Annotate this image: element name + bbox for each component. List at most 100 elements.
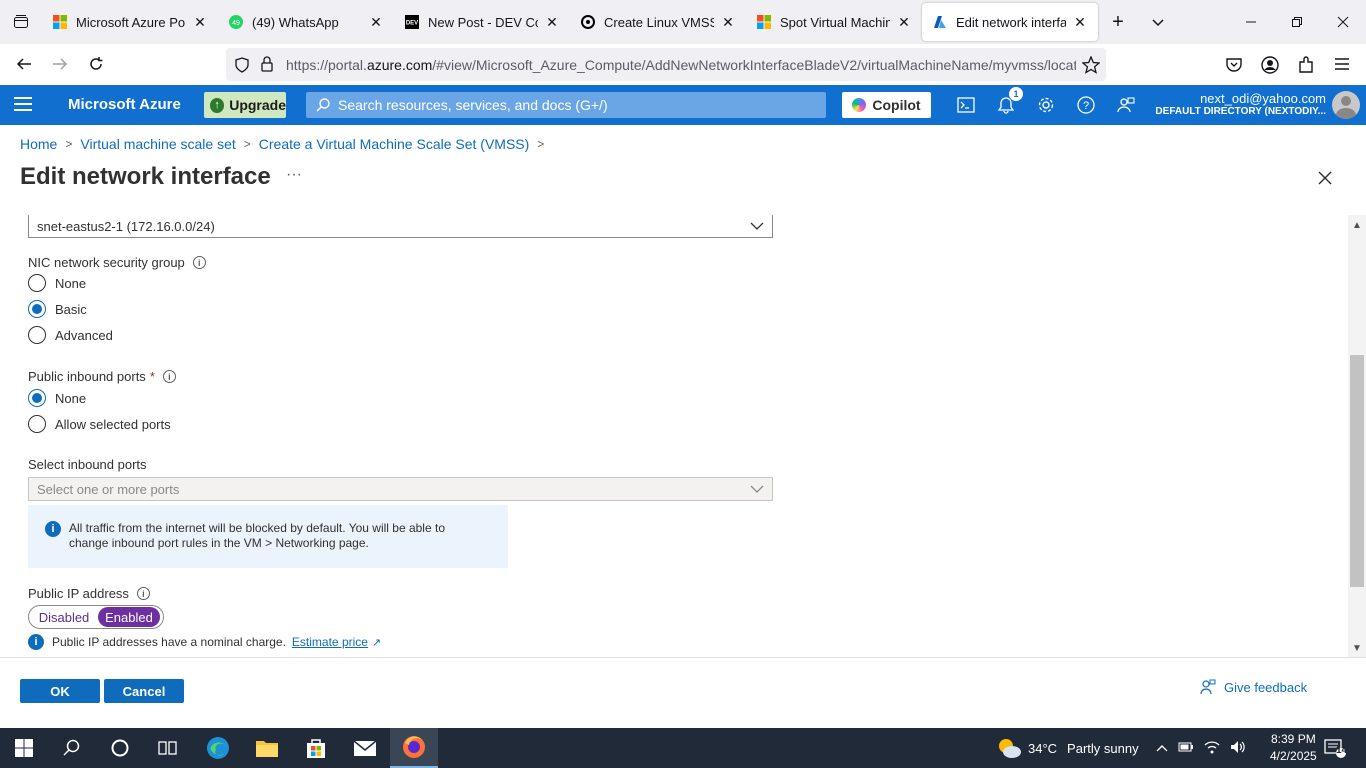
radio-button[interactable] [28,326,46,344]
tab-overview-button[interactable] [0,0,42,44]
menu-icon[interactable] [1334,56,1350,77]
info-icon[interactable]: i [162,370,176,383]
tab-title: Spot Virtual Machines [780,14,890,30]
close-tab-icon[interactable]: ✕ [544,14,560,30]
taskbar-firefox[interactable] [390,728,438,768]
clock-time: 8:39 PM [1271,732,1316,746]
reload-button[interactable] [78,48,114,80]
radio-button[interactable] [28,274,46,292]
pocket-icon[interactable] [1225,56,1243,79]
cloud-shell-icon[interactable] [954,93,978,117]
chevron-up-icon[interactable] [1156,741,1168,756]
info-icon[interactable]: i [192,256,206,269]
restore-window-button[interactable] [1274,0,1320,44]
battery-icon[interactable] [1178,741,1194,756]
azure-brand[interactable]: Microsoft Azure [68,96,181,113]
folder-icon [256,741,278,757]
list-all-tabs-button[interactable] [1138,0,1178,44]
new-tab-button[interactable]: + [1098,0,1138,44]
minimize-window-button[interactable] [1228,0,1274,44]
inbound-option-none[interactable]: None [28,389,86,407]
nsg-option-basic[interactable]: Basic [28,300,87,318]
taskbar-mail[interactable] [341,728,389,768]
cortana-button[interactable] [96,728,144,768]
close-blade-icon[interactable] [1318,164,1332,192]
inbound-option-allow-selected[interactable]: Allow selected ports [28,415,171,433]
taskbar-file-explorer[interactable] [243,728,291,768]
global-search-input[interactable]: Search resources, services, and docs (G+… [306,92,826,118]
tab-azure-portal[interactable]: Microsoft Azure Portal ✕ [42,4,218,40]
forward-button[interactable] [42,48,78,80]
copilot-button[interactable]: Copilot [842,92,931,118]
partly-sunny-icon [999,739,1021,758]
subnet-dropdown[interactable]: snet-eastus2-1 (172.16.0.0/24) [28,215,773,238]
portal-menu-icon[interactable] [14,97,32,113]
radio-button[interactable] [28,300,46,318]
public-ip-toggle[interactable]: Disabled Enabled [28,605,164,629]
tab-whatsapp[interactable]: 49 (49) WhatsApp ✕ [218,4,394,40]
azure-top-bar: Microsoft Azure ↑ Upgrade Search resourc… [0,85,1366,125]
tab-dev-community[interactable]: DEV New Post - DEV Comm ✕ [394,4,570,40]
estimate-price-link[interactable]: Estimate price [292,635,368,649]
url-prefix: https://portal. [286,56,367,73]
tab-spot-vms[interactable]: Spot Virtual Machines ✕ [746,4,922,40]
account-info[interactable]: next_odi@yahoo.com DEFAULT DIRECTORY (NE… [1155,91,1326,117]
inbound-label-text: Public inbound ports [28,369,146,384]
close-tab-icon[interactable]: ✕ [368,14,384,30]
content-scrollbar[interactable]: ▲ ▼ [1348,215,1366,657]
taskbar-store[interactable] [292,728,340,768]
nsg-option-none[interactable]: None [28,274,86,292]
close-window-button[interactable] [1320,0,1366,44]
feedback-label: Give feedback [1224,679,1308,695]
back-button[interactable] [6,48,42,80]
info-icon[interactable]: i [136,587,150,600]
nsg-option-advanced[interactable]: Advanced [28,326,113,344]
bookmark-star-icon[interactable] [1081,55,1101,77]
microsoft-logo-icon [52,14,68,30]
more-options-icon[interactable]: ··· [286,166,302,184]
settings-gear-icon[interactable] [1034,93,1058,117]
weather-widget[interactable]: 34°C Partly sunny [996,728,1139,768]
feedback-person-icon[interactable] [1114,93,1138,117]
scroll-up-icon[interactable]: ▲ [1351,219,1363,231]
radio-button[interactable] [28,415,46,433]
close-tab-icon[interactable]: ✕ [192,14,208,30]
ok-button[interactable]: OK [20,679,100,703]
action-center-button[interactable]: 14 [1324,728,1347,768]
start-button[interactable] [0,728,48,768]
scrollbar-thumb[interactable] [1350,355,1364,587]
tab-create-linux-vmss[interactable]: Create Linux VMSS ✕ [570,4,746,40]
toggle-disabled-option[interactable]: Disabled [30,607,98,627]
url-text: https://portal.azure.com/#view/Microsoft… [286,57,1076,73]
notifications-bell-icon[interactable]: 1 [994,87,1023,117]
nsg-label: NIC network security group i [28,255,206,270]
taskbar-search-button[interactable] [48,728,96,768]
breadcrumb-create-vmss[interactable]: Create a Virtual Machine Scale Set (VMSS… [259,136,530,152]
close-tab-icon[interactable]: ✕ [1072,14,1088,30]
help-icon[interactable]: ? [1074,93,1098,117]
clock-date: 4/2/2025 [1270,749,1317,763]
volume-icon[interactable] [1230,740,1246,757]
toggle-enabled-option[interactable]: Enabled [98,607,160,627]
tab-edit-network-interface[interactable]: Edit network interface ✕ [922,3,1098,41]
breadcrumb-home[interactable]: Home [20,136,57,152]
account-icon[interactable] [1261,56,1279,79]
breadcrumb-vmss[interactable]: Virtual machine scale set [80,136,235,152]
public-ip-note-text: Public IP addresses have a nominal charg… [52,635,286,649]
close-tab-icon[interactable]: ✕ [720,14,736,30]
radio-button[interactable] [28,389,46,407]
scroll-down-icon[interactable]: ▼ [1351,642,1363,654]
minimize-icon [1246,21,1256,23]
address-bar[interactable]: https://portal.azure.com/#view/Microsoft… [226,48,1106,81]
system-clock[interactable]: 8:39 PM 4/2/2025 [1270,731,1317,765]
wifi-icon[interactable] [1204,740,1220,757]
task-view-button[interactable] [144,728,192,768]
extensions-icon[interactable] [1297,56,1315,79]
cancel-button[interactable]: Cancel [104,679,184,703]
close-tab-icon[interactable]: ✕ [896,14,912,30]
weather-temperature: 34°C [1028,740,1058,756]
upgrade-button[interactable]: ↑ Upgrade [204,92,286,118]
give-feedback-link[interactable]: Give feedback [1200,679,1307,695]
taskbar-edge[interactable] [194,728,242,768]
avatar[interactable] [1332,91,1360,119]
